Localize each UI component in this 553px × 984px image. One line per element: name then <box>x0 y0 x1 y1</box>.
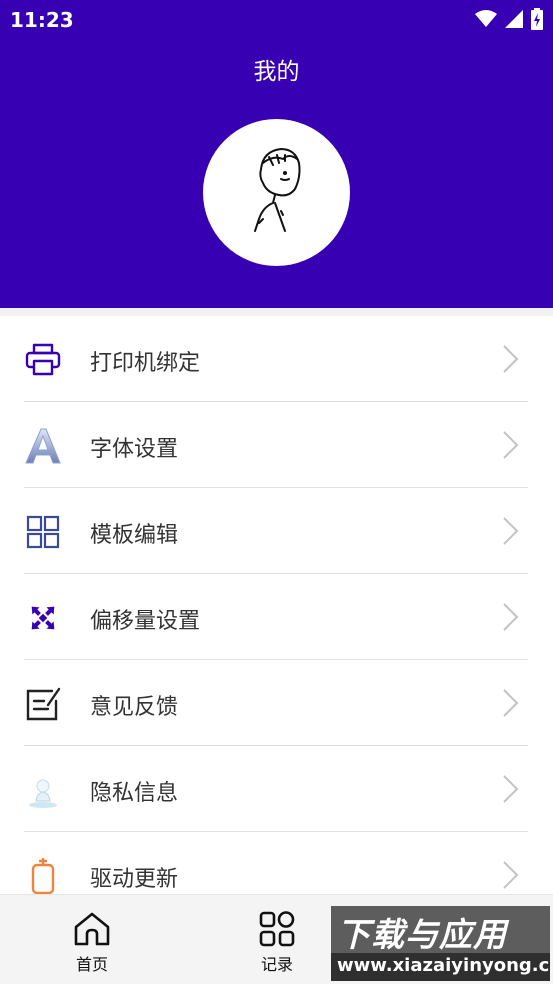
chevron-right-icon <box>503 517 519 545</box>
signal-icon <box>505 10 523 28</box>
printer-icon <box>25 343 61 376</box>
privacy-icon <box>29 779 57 808</box>
battery-icon <box>531 8 543 30</box>
template-grid-icon <box>26 515 60 549</box>
watermark-url: www.xiazaiyinyong.com <box>337 955 550 976</box>
menu-item-label: 字体设置 <box>90 437 179 462</box>
tab-label: 记录 <box>260 955 293 974</box>
tab-label: 首页 <box>75 955 108 974</box>
tab-home[interactable]: 首页 <box>47 909 137 975</box>
menu-item-label: 偏移量设置 <box>90 609 201 634</box>
menu-item-offset-settings[interactable]: 偏移量设置 <box>0 574 553 660</box>
status-bar: 11:23 <box>0 0 553 38</box>
status-icons <box>475 8 543 30</box>
home-icon <box>74 912 110 946</box>
watermark-logo: 下载与应用 www.xiazaiyinyong.com <box>331 906 550 981</box>
wifi-icon <box>475 10 497 27</box>
menu-item-label: 模板编辑 <box>90 523 179 548</box>
avatar[interactable] <box>203 119 350 266</box>
chevron-right-icon <box>503 431 519 459</box>
profile-header: 11:23 我的 <box>0 0 553 308</box>
watermark-title: 下载与应用 <box>337 915 507 954</box>
chevron-right-icon <box>503 603 519 631</box>
menu-item-label: 隐私信息 <box>90 781 179 806</box>
menu-item-driver-update[interactable]: 驱动更新 <box>0 832 553 894</box>
chevron-right-icon <box>503 861 519 889</box>
app-screen: 11:23 我的 打印机绑定 字体设置 模板编辑 偏移量设置 意见反馈 隐私信息… <box>0 0 553 984</box>
menu-item-label: 意见反馈 <box>90 695 179 720</box>
offset-arrows-icon <box>31 606 55 630</box>
menu-item-font-settings[interactable]: 字体设置 <box>0 402 553 488</box>
chevron-right-icon <box>503 345 519 373</box>
section-gap <box>0 308 553 316</box>
status-time: 11:23 <box>10 8 74 32</box>
menu-item-feedback[interactable]: 意见反馈 <box>0 660 553 746</box>
tab-records[interactable]: 记录 <box>232 909 322 975</box>
menu-item-printer-binding[interactable]: 打印机绑定 <box>0 316 553 402</box>
page-title: 我的 <box>253 59 300 85</box>
records-grid-icon <box>259 911 295 947</box>
watermark-bar: www.xiazaiyinyong.com <box>331 953 550 981</box>
avatar-sketch-icon <box>254 147 301 232</box>
font-icon <box>25 428 61 464</box>
menu-item-label: 驱动更新 <box>90 867 179 892</box>
chevron-right-icon <box>503 775 519 803</box>
driver-update-icon <box>31 858 55 894</box>
chevron-right-icon <box>503 689 519 717</box>
menu-item-privacy[interactable]: 隐私信息 <box>0 746 553 832</box>
feedback-edit-icon <box>26 687 61 721</box>
menu-item-label: 打印机绑定 <box>90 351 201 376</box>
settings-menu: 打印机绑定 字体设置 模板编辑 偏移量设置 意见反馈 隐私信息 驱动更新 <box>0 316 553 894</box>
menu-item-template-edit[interactable]: 模板编辑 <box>0 488 553 574</box>
